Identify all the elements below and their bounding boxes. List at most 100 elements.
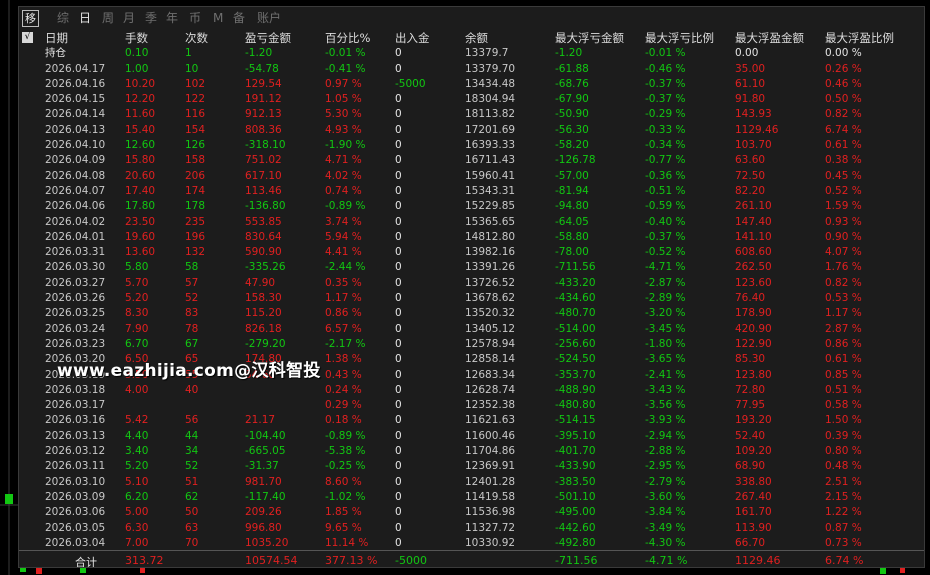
table-row[interactable]: 2026.04.14 11.60 116 912.13 5.30 % 0 18113.82 -…: [19, 107, 924, 122]
cell-mfpp: 0.38 %: [825, 154, 862, 167]
tab-9[interactable]: 账户: [257, 10, 281, 26]
cell-bal: 16393.33: [465, 139, 516, 152]
table-row[interactable]: 2026.03.31 13.60 132 590.90 4.41 % 0 13982.16 -…: [19, 245, 924, 260]
table-row[interactable]: 2026.03.27 5.70 57 47.90 0.35 % 0 13726.52 -433…: [19, 276, 924, 291]
cell-times: 1: [185, 47, 192, 60]
column-header-3[interactable]: 盈亏金额: [245, 31, 291, 46]
tab-7[interactable]: M: [213, 10, 223, 26]
cell-lots: 7.90: [125, 322, 149, 335]
cell-flow: 0: [395, 230, 402, 243]
table-row[interactable]: 2026.03.24 7.90 78 826.18 6.57 % 0 13405.12 -51…: [19, 322, 924, 337]
table-row[interactable]: 2026.04.10 12.60 126 -318.10 -1.90 % 0 16393.3…: [19, 138, 924, 153]
cell-mddp: -3.49 %: [645, 521, 686, 534]
cell-flow: 0: [395, 215, 402, 228]
table-row[interactable]: 2026.03.17 0.29 % 0 12352.38 -480.80 -3.56 % 7…: [19, 398, 924, 413]
column-header-0[interactable]: 日期: [45, 31, 68, 46]
table-row[interactable]: 2026.04.17 1.00 10 -54.78 -0.41 % 0 13379.70 -6…: [19, 62, 924, 77]
column-header-4[interactable]: 百分比%: [325, 31, 370, 46]
cell-times: 56: [185, 414, 199, 427]
cell-mddp: -4.71 %: [645, 261, 686, 274]
cell-mddp: -3.93 %: [645, 414, 686, 427]
cell-mddp: -2.89 %: [645, 292, 686, 305]
total-max-floating-profit: 1129.46: [735, 554, 781, 567]
cell-date: 2026.03.11: [45, 460, 106, 473]
table-row[interactable]: 2026.03.06 5.00 50 209.26 1.85 % 0 11536.98 -49…: [19, 505, 924, 520]
column-header-1[interactable]: 手数: [125, 31, 148, 46]
select-all-checkbox[interactable]: √: [22, 32, 33, 43]
column-header-6[interactable]: 余额: [465, 31, 488, 46]
tab-8[interactable]: 备: [233, 10, 245, 26]
table-row[interactable]: 2026.03.04 7.00 70 1035.20 11.14 % 0 10330.92 -…: [19, 536, 924, 551]
table-row[interactable]: 2026.03.26 5.20 52 158.30 1.17 % 0 13678.62 -43…: [19, 291, 924, 306]
table-row[interactable]: 2026.03.18 4.00 40 0.24 % 0 12628.74 -488.90 -3…: [19, 383, 924, 398]
tab-0[interactable]: 综: [57, 10, 69, 26]
move-button[interactable]: 移: [22, 10, 39, 27]
table-row[interactable]: 2026.04.06 17.80 178 -136.80 -0.89 % 0 15229.8…: [19, 199, 924, 214]
table-row[interactable]: 2026.03.16 5.42 56 21.17 0.18 % 0 11621.63 -514…: [19, 413, 924, 428]
cell-mdd: -1.20: [555, 47, 583, 60]
table-row[interactable]: 2026.03.23 6.70 67 -279.20 -2.17 % 0 12578.94 -…: [19, 337, 924, 352]
table-row[interactable]: 2026.03.09 6.20 62 -117.40 -1.02 % 0 11419.58 -…: [19, 490, 924, 505]
cell-times: 52: [185, 292, 199, 305]
cell-date: 2026.03.18: [45, 383, 106, 396]
cell-flow: 0: [395, 169, 402, 182]
cell-bal: 13434.48: [465, 77, 516, 90]
table-row[interactable]: 2026.04.09 15.80 158 751.02 4.71 % 0 16711.43 -…: [19, 153, 924, 168]
cell-pnl: 21.17: [245, 414, 276, 427]
tab-4[interactable]: 季: [145, 10, 157, 26]
table-row[interactable]: 2026.04.13 15.40 154 808.36 4.93 % 0 17201.69 -…: [19, 123, 924, 138]
cell-pct: -1.90 %: [325, 139, 366, 152]
table-row[interactable]: 2026.04.08 20.60 206 617.10 4.02 % 0 15960.41 -…: [19, 169, 924, 184]
cell-pct: -0.89 %: [325, 429, 366, 442]
table-row[interactable]: 2026.04.16 10.20 102 129.54 0.97 % -5000 13434…: [19, 77, 924, 92]
column-header-8[interactable]: 最大浮亏比例: [645, 31, 714, 46]
table-row[interactable]: 2026.03.30 5.80 58 -335.26 -2.44 % 0 13391.26 -…: [19, 260, 924, 275]
cell-mdd: -501.10: [555, 490, 596, 503]
tab-3[interactable]: 月: [123, 10, 135, 26]
column-header-5[interactable]: 出入金: [395, 31, 430, 46]
cell-mfp: 147.40: [735, 215, 772, 228]
cell-mdd: -401.70: [555, 445, 596, 458]
table-row[interactable]: 2026.04.02 23.50 235 553.85 3.74 % 0 15365.65 -…: [19, 215, 924, 230]
table-row[interactable]: 2026.03.11 5.20 52 -31.37 -0.25 % 0 12369.91 -4…: [19, 459, 924, 474]
cell-pnl: 191.12: [245, 93, 282, 106]
column-header-9[interactable]: 最大浮盈金额: [735, 31, 804, 46]
cell-pnl: 617.10: [245, 169, 282, 182]
cell-mddp: -2.87 %: [645, 276, 686, 289]
table-row[interactable]: 2026.03.05 6.30 63 996.80 9.65 % 0 11327.72 -44…: [19, 521, 924, 536]
cell-mfpp: 0.87 %: [825, 521, 862, 534]
cell-bal: 18113.82: [465, 108, 516, 121]
cell-times: 40: [185, 383, 199, 396]
cell-mfpp: 1.22 %: [825, 506, 862, 519]
tab-1[interactable]: 日: [79, 10, 91, 26]
cell-date: 持仓: [45, 47, 66, 60]
column-header-7[interactable]: 最大浮亏金额: [555, 31, 624, 46]
column-header-10[interactable]: 最大浮盈比例: [825, 31, 894, 46]
table-row[interactable]: 2026.04.07 17.40 174 113.46 0.74 % 0 15343.31 -…: [19, 184, 924, 199]
cell-bal: 13379.70: [465, 62, 516, 75]
cell-lots: 5.20: [125, 460, 149, 473]
cell-bal: 12858.14: [465, 353, 516, 366]
table-row[interactable]: 持仓 0.10 1 -1.20 -0.01 % 0 13379.7 -1.20 -0.01 % 0…: [19, 46, 924, 61]
cell-date: 2026.03.31: [45, 246, 106, 259]
table-row[interactable]: 2026.04.15 12.20 122 191.12 1.05 % 0 18304.94 -…: [19, 92, 924, 107]
cell-mfp: 76.40: [735, 292, 766, 305]
cell-times: 154: [185, 123, 206, 136]
tab-6[interactable]: 币: [189, 10, 201, 26]
cell-pnl: 113.46: [245, 184, 282, 197]
table-row[interactable]: 2026.03.25 8.30 83 115.20 0.86 % 0 13520.32 -48…: [19, 306, 924, 321]
cell-lots: 4.00: [125, 383, 149, 396]
table-row[interactable]: 2026.04.01 19.60 196 830.64 5.94 % 0 14812.80 -…: [19, 230, 924, 245]
cell-date: 2026.04.13: [45, 123, 106, 136]
tab-5[interactable]: 年: [166, 10, 178, 26]
tab-2[interactable]: 周: [102, 10, 114, 26]
cell-mdd: -480.80: [555, 399, 596, 412]
cell-mddp: -0.01 %: [645, 47, 686, 60]
cell-mddp: -4.30 %: [645, 536, 686, 549]
table-row[interactable]: 2026.03.13 4.40 44 -104.40 -0.89 % 0 11600.46 -…: [19, 429, 924, 444]
cell-mddp: -3.65 %: [645, 353, 686, 366]
cell-bal: 17201.69: [465, 123, 516, 136]
table-row[interactable]: 2026.03.12 3.40 34 -665.05 -5.38 % 0 11704.86 -…: [19, 444, 924, 459]
table-row[interactable]: 2026.03.10 5.10 51 981.70 8.60 % 0 12401.28 -38…: [19, 475, 924, 490]
column-header-2[interactable]: 次数: [185, 31, 208, 46]
